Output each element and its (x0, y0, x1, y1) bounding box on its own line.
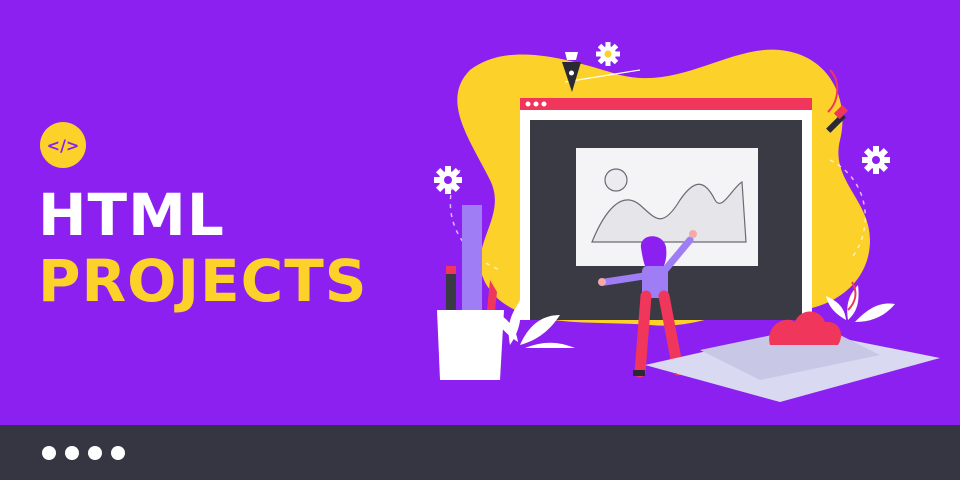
heading-line-2: PROJECTS (38, 247, 368, 315)
person-shoe-left (633, 370, 645, 376)
pen-cup (437, 310, 504, 380)
gear-icon (596, 42, 620, 66)
window-dot-3 (541, 101, 547, 107)
sun-icon (604, 168, 628, 192)
person-hand-left (598, 278, 606, 286)
browser-titlebar (520, 98, 812, 110)
banner: </> HTML PROJECTS (0, 0, 960, 480)
footer-dot (111, 445, 125, 460)
footer-dot (88, 445, 102, 460)
footer-dot (42, 445, 56, 460)
window-dot-2 (533, 101, 539, 107)
gear-icon-left (434, 166, 462, 194)
code-badge: </> (40, 122, 86, 168)
window-dot-1 (525, 101, 531, 107)
pencil-tip (446, 266, 456, 274)
person-hand-right (689, 230, 697, 238)
footer-bar (0, 425, 960, 480)
gear-icon-right (862, 146, 890, 174)
heading-line-1: HTML (38, 181, 225, 249)
illustration (434, 42, 940, 402)
footer-dot (65, 445, 79, 460)
person-leg-left (634, 290, 652, 378)
code-icon: </> (46, 135, 80, 155)
